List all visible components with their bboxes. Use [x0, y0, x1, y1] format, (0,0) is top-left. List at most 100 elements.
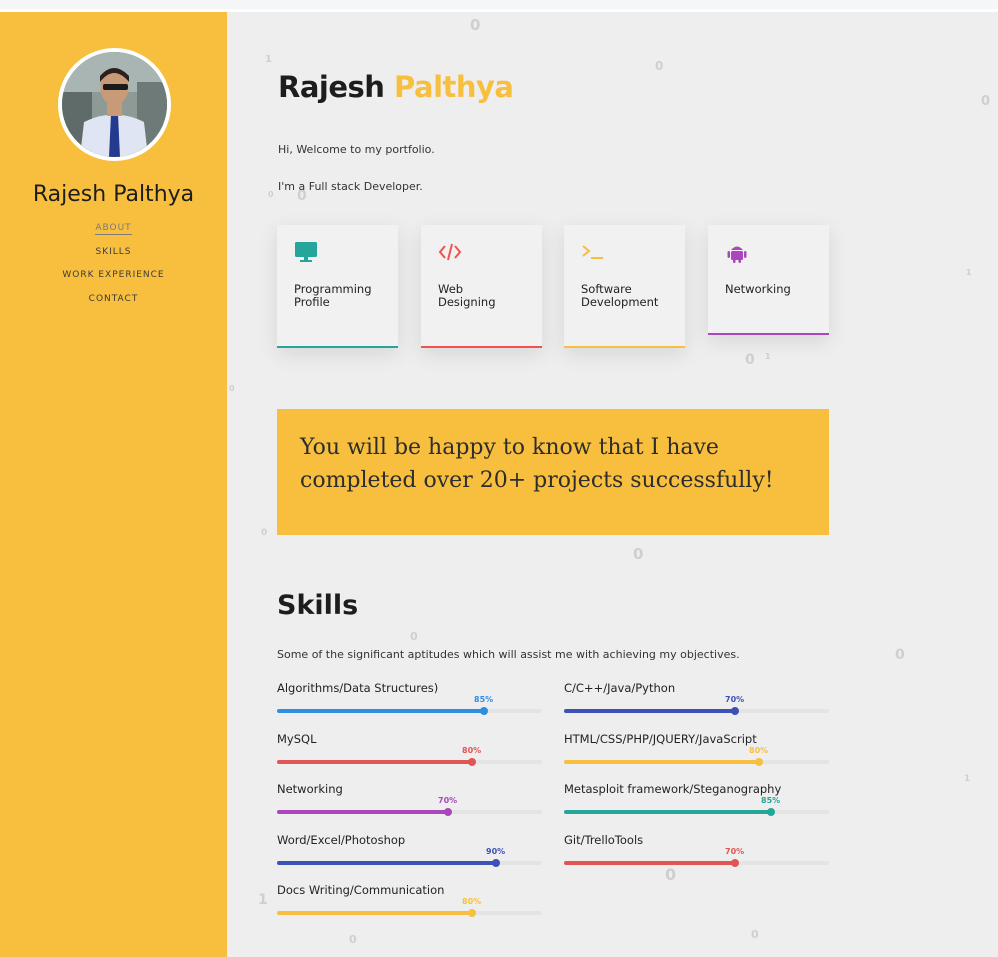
sidebar: Rajesh Palthya ABOUT SKILLS WORK EXPERIE…: [0, 12, 227, 957]
skill-fill: [277, 911, 472, 915]
skill-item: Networking 70%: [277, 782, 542, 822]
skill-track: [277, 909, 542, 917]
banner-text: You will be happy to know that I have co…: [300, 435, 774, 493]
android-icon: [727, 246, 747, 263]
bg-digit: 1: [964, 774, 971, 784]
card-accent-bar: [421, 346, 542, 348]
skill-percent: 70%: [438, 796, 458, 805]
bg-digit: 0: [633, 545, 644, 563]
skill-track: [277, 858, 542, 867]
skill-name: Algorithms/Data Structures): [277, 681, 439, 695]
nav-work-experience-label: WORK EXPERIENCE: [62, 270, 165, 280]
card-label: Web Designing: [438, 283, 538, 309]
page-title: Rajesh Palthya: [278, 70, 514, 104]
skill-item: Git/TrelloTools 70%: [564, 833, 829, 873]
skill-name: MySQL: [277, 731, 317, 746]
skill-fill: [564, 860, 735, 865]
skill-name: Word/Excel/Photoshop: [277, 832, 406, 847]
top-strip: [0, 0, 998, 9]
bg-digit: 1: [265, 54, 272, 65]
card-networking[interactable]: Networking: [708, 225, 829, 335]
skill-knob: [731, 707, 739, 715]
skill-knob: [480, 707, 488, 715]
card-software-development[interactable]: Software Development: [564, 225, 685, 348]
skill-fill: [277, 810, 448, 814]
card-accent-bar: [277, 346, 398, 348]
sidebar-nav: ABOUT SKILLS WORK EXPERIENCE CONTACT: [0, 222, 227, 316]
skill-percent: 70%: [725, 846, 745, 856]
skill-name: C/C++/Java/Python: [564, 681, 676, 695]
skill-knob: [468, 909, 476, 917]
skill-percent: 85%: [761, 796, 781, 805]
main-content: 0 0 1 0 0 0 1 0 0 0 0 1 0 0 0 1 0 0 1 Ra…: [227, 12, 998, 957]
skill-percent: 80%: [749, 745, 769, 755]
bg-digit: 0: [470, 16, 481, 34]
bg-digit: 0: [268, 190, 274, 199]
skill-name: Metasploit framework/Steganography: [564, 782, 782, 796]
card-label: Programming Profile: [294, 283, 394, 309]
bg-digit: 0: [229, 384, 235, 393]
code-icon: [438, 243, 462, 261]
card-label: Software Development: [581, 283, 681, 309]
intro-role: I'm a Full stack Developer.: [278, 180, 423, 193]
terminal-icon: [582, 245, 603, 259]
nav-about-label: ABOUT: [95, 223, 132, 235]
skill-fill: [277, 860, 496, 865]
card-label: Networking: [725, 283, 825, 296]
skill-knob: [767, 808, 775, 816]
bg-digit: 0: [410, 630, 418, 643]
card-accent-bar: [708, 333, 829, 335]
skill-name: HTML/CSS/PHP/JQUERY/JavaScript: [564, 731, 757, 746]
skill-knob: [468, 757, 476, 766]
skill-item: MySQL 80%: [277, 732, 542, 772]
skill-percent: 70%: [725, 695, 745, 704]
bg-digit: 1: [765, 352, 771, 361]
card-label-line2: Designing: [438, 295, 496, 309]
skill-item: Algorithms/Data Structures) 85%: [277, 681, 542, 721]
skill-fill: [564, 810, 771, 814]
card-label-line2: Profile: [294, 295, 330, 309]
bg-digit: 0: [745, 352, 755, 368]
skill-item: HTML/CSS/PHP/JQUERY/JavaScript 80%: [564, 732, 829, 772]
nav-skills[interactable]: SKILLS: [0, 246, 227, 270]
bg-digit: 0: [895, 647, 905, 663]
bg-digit: 1: [966, 268, 972, 277]
bg-digit: 1: [258, 892, 268, 908]
monitor-icon: [295, 242, 317, 262]
skill-fill: [564, 709, 735, 713]
skill-track: [564, 858, 829, 867]
bg-digit: 0: [349, 933, 357, 946]
bg-digit: 0: [261, 528, 268, 538]
card-label-line2: Development: [581, 295, 659, 309]
skill-knob: [492, 858, 500, 867]
card-web-designing[interactable]: Web Designing: [421, 225, 542, 348]
skill-track: [277, 707, 542, 715]
skill-fill: [277, 759, 472, 764]
skill-item: C/C++/Java/Python 70%: [564, 681, 829, 721]
nav-work-experience[interactable]: WORK EXPERIENCE: [0, 269, 227, 293]
card-accent-bar: [564, 346, 685, 348]
bg-digit: 0: [655, 59, 664, 73]
nav-contact[interactable]: CONTACT: [0, 293, 227, 317]
skill-fill: [277, 709, 484, 713]
skill-name: Networking: [277, 782, 343, 796]
skill-item: Word/Excel/Photoshop 90%: [277, 833, 542, 873]
skill-track: [277, 757, 542, 766]
skill-item: Metasploit framework/Steganography 85%: [564, 782, 829, 822]
skill-percent: 80%: [462, 745, 482, 755]
skill-track: [277, 808, 542, 816]
bg-digit: 0: [981, 94, 991, 109]
skill-track: [564, 808, 829, 816]
skill-track: [564, 757, 829, 766]
profile-photo: [62, 52, 167, 157]
card-programming-profile[interactable]: Programming Profile: [277, 225, 398, 348]
skill-knob: [444, 808, 452, 816]
sidebar-name: Rajesh Palthya: [32, 182, 195, 207]
nav-about[interactable]: ABOUT: [0, 222, 227, 246]
intro-welcome: Hi, Welcome to my portfolio.: [278, 143, 435, 156]
skill-track: [564, 707, 829, 715]
title-first-name: Rajesh: [278, 70, 385, 104]
skill-percent: 85%: [474, 695, 494, 704]
bg-digit: 0: [751, 928, 759, 941]
projects-banner: You will be happy to know that I have co…: [277, 409, 829, 535]
